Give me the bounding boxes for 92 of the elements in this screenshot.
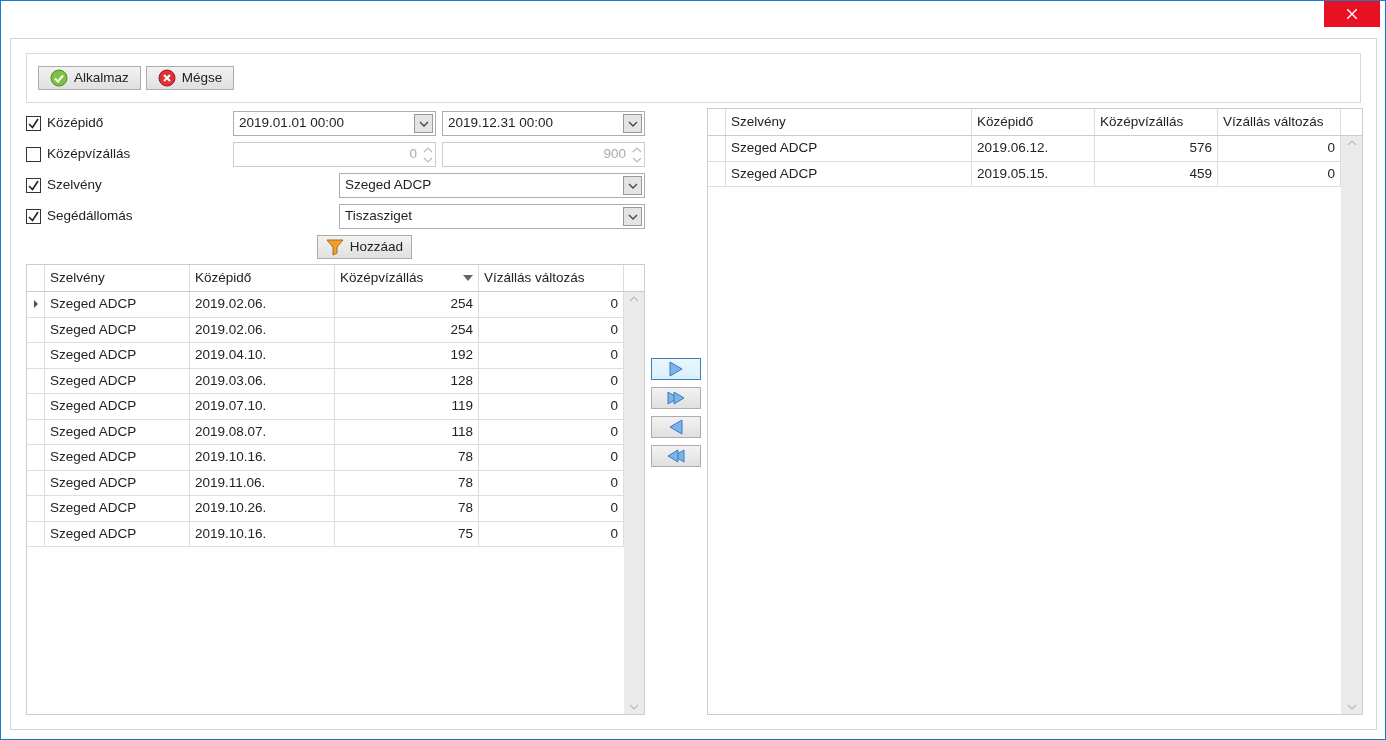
move-all-left-button[interactable] (651, 445, 701, 467)
checkbox-label: Középvízállás (47, 145, 131, 164)
chevron-down-icon (627, 213, 638, 220)
current-row-icon (33, 300, 38, 309)
table-cell: 2019.02.06. (190, 292, 335, 317)
close-button[interactable] (1324, 1, 1380, 27)
table-cell: 75 (335, 521, 479, 546)
move-left-button[interactable] (651, 416, 701, 438)
cancel-circle-icon (157, 69, 176, 87)
table-cell: 254 (335, 292, 479, 317)
add-button[interactable]: Hozzáad (316, 235, 413, 259)
date-picker[interactable]: 2019.12.31 00:00 (442, 111, 645, 136)
table-cell: Szeged ADCP (726, 136, 972, 161)
table-cell: 192 (335, 343, 479, 368)
checkbox[interactable] (26, 209, 41, 224)
table-cell: 128 (335, 368, 479, 393)
column-header[interactable]: Középidő (190, 265, 335, 291)
table-cell: 2019.10.26. (190, 496, 335, 521)
table-cell: 2019.10.16. (190, 521, 335, 546)
table-cell: 2019.07.10. (190, 394, 335, 419)
triangle-left-icon (668, 419, 684, 435)
double-triangle-right-icon (666, 390, 686, 406)
table-cell: 254 (335, 317, 479, 342)
cancel-button[interactable]: Mégse (145, 66, 235, 90)
move-right-button[interactable] (651, 358, 701, 380)
sort-descending-icon (463, 275, 473, 281)
table-cell: Szeged ADCP (726, 161, 972, 186)
column-header[interactable]: Középvízállás (335, 265, 479, 291)
table-cell: Szeged ADCP (45, 470, 190, 495)
chevron-down-icon (418, 120, 429, 127)
combo-box[interactable]: Tiszasziget (339, 204, 645, 229)
column-header[interactable]: Középvízállás (1095, 109, 1218, 135)
double-triangle-left-icon (666, 448, 686, 464)
scroll-up-icon (629, 296, 639, 302)
date-picker[interactable]: 2019.01.01 00:00 (233, 111, 436, 136)
checkbox-label: Segédállomás (47, 207, 133, 226)
dropdown-button[interactable] (623, 176, 642, 195)
dropdown-button[interactable] (414, 114, 433, 133)
scrollbar[interactable] (624, 292, 644, 714)
table-cell: 78 (335, 470, 479, 495)
table-cell: 118 (335, 419, 479, 444)
check-circle-icon (50, 69, 68, 87)
table-cell: 2019.02.06. (190, 317, 335, 342)
table-cell: 78 (335, 445, 479, 470)
checkbox-label: Szelvény (47, 176, 102, 195)
table-cell: 2019.06.12. (972, 136, 1095, 161)
table-cell: Szeged ADCP (45, 445, 190, 470)
chevron-down-icon (627, 120, 638, 127)
check-icon (27, 179, 40, 192)
table-cell: Szeged ADCP (45, 496, 190, 521)
table-cell: 119 (335, 394, 479, 419)
column-header[interactable]: Szelvény (45, 265, 190, 291)
checkbox-label: Középidő (47, 114, 104, 133)
table-cell: Szeged ADCP (45, 368, 190, 393)
checkbox[interactable] (26, 178, 41, 193)
table-cell: 78 (335, 496, 479, 521)
spinner-icon (632, 145, 642, 164)
table-cell: 2019.04.10. (190, 343, 335, 368)
triangle-right-icon (668, 361, 684, 377)
table-cell: Szeged ADCP (45, 292, 190, 317)
table-cell: 2019.05.15. (972, 161, 1095, 186)
spinner-icon (423, 145, 433, 164)
close-icon (1347, 9, 1357, 19)
column-header[interactable]: Szelvény (726, 109, 972, 135)
table-cell: 459 (1095, 161, 1218, 186)
apply-button[interactable]: Alkalmaz (38, 66, 141, 90)
table-cell: 2019.10.16. (190, 445, 335, 470)
dropdown-button[interactable] (623, 207, 642, 226)
table-cell: 2019.11.06. (190, 470, 335, 495)
table-cell: Szeged ADCP (45, 521, 190, 546)
table-cell: Szeged ADCP (45, 394, 190, 419)
table-cell: Szeged ADCP (45, 419, 190, 444)
column-header[interactable]: Vízállás változás (479, 265, 624, 291)
funnel-icon (325, 238, 344, 256)
table-cell: 2019.03.06. (190, 368, 335, 393)
table-cell: 576 (1095, 136, 1218, 161)
column-header[interactable]: Vízállás változás (1218, 109, 1341, 135)
chevron-down-icon (627, 182, 638, 189)
check-icon (27, 117, 40, 130)
table-cell: Szeged ADCP (45, 343, 190, 368)
scroll-down-icon (629, 704, 639, 710)
scrollbar[interactable] (1341, 136, 1362, 714)
column-header[interactable]: Középidő (972, 109, 1095, 135)
table-cell: Szeged ADCP (45, 317, 190, 342)
table-cell: 2019.08.07. (190, 419, 335, 444)
scroll-down-icon (1346, 704, 1357, 710)
checkbox[interactable] (26, 116, 41, 131)
scroll-up-icon (1346, 140, 1357, 146)
dropdown-button[interactable] (623, 114, 642, 133)
move-all-right-button[interactable] (651, 387, 701, 409)
combo-box[interactable]: Szeged ADCP (339, 173, 645, 198)
check-icon (27, 210, 40, 223)
